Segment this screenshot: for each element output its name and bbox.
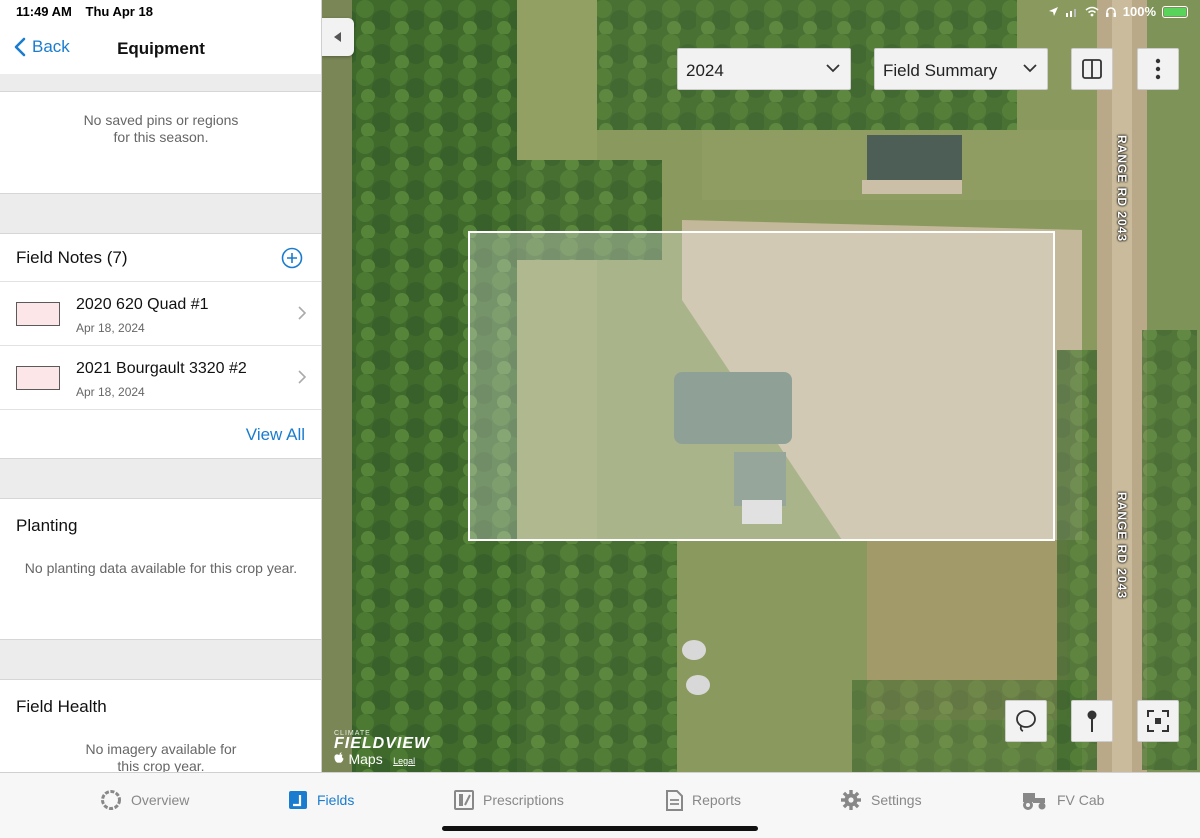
- road-label: RANGE RD 2043: [1115, 135, 1129, 243]
- status-bar-left: 11:49 AM Thu Apr 18: [16, 4, 163, 19]
- note-date: Apr 18, 2024: [76, 321, 145, 335]
- section-divider: [0, 639, 321, 680]
- tab-fv-cab[interactable]: FV Cab: [1020, 787, 1104, 813]
- satellite-map[interactable]: 100% 2024 Field Summary RANGE RD 2043 RA…: [322, 0, 1200, 772]
- signal-icon: [1065, 8, 1076, 17]
- prescriptions-icon: [454, 790, 474, 810]
- layer-select[interactable]: Field Summary: [874, 48, 1048, 90]
- reports-icon: [666, 789, 683, 811]
- section-divider: [0, 458, 321, 499]
- headphones-icon: [1105, 6, 1116, 17]
- satellite-imagery: [322, 0, 1200, 772]
- tab-settings[interactable]: Settings: [840, 787, 922, 813]
- field-health-empty-line2: this crop year.: [117, 758, 205, 772]
- plus-circle-icon: [281, 247, 303, 269]
- field-notes-title: Field Notes (7): [16, 248, 128, 267]
- collapse-panel-button[interactable]: [322, 18, 354, 56]
- note-title: 2020 620 Quad #1: [76, 296, 209, 313]
- overview-ring-icon: [101, 790, 121, 810]
- planting-title: Planting: [16, 516, 78, 535]
- tab-label: Prescriptions: [483, 792, 564, 808]
- logo-climate-text: CLIMATE: [334, 730, 371, 737]
- tab-label: FV Cab: [1057, 792, 1105, 808]
- status-time: 11:49 AM: [16, 4, 72, 19]
- note-thumbnail: [16, 302, 60, 326]
- year-select[interactable]: 2024: [677, 48, 851, 90]
- fieldview-logo: CLIMATE FIELDVIEW Maps Legal: [334, 730, 430, 769]
- tab-overview[interactable]: Overview: [100, 787, 189, 813]
- fit-bounds-icon: [1147, 710, 1169, 732]
- status-date: Thu Apr 18: [85, 4, 153, 19]
- year-select-value: 2024: [686, 61, 724, 80]
- field-note-row[interactable]: 2020 620 Quad #1 Apr 18, 2024: [0, 282, 321, 346]
- note-title: 2021 Bourgault 3320 #2: [76, 360, 247, 377]
- add-note-button[interactable]: [281, 247, 303, 274]
- note-thumbnail: [16, 366, 60, 390]
- battery-percent: 100%: [1122, 4, 1156, 19]
- road-label: RANGE RD 2043: [1115, 492, 1129, 600]
- field-health-empty-message: No imagery available for this crop year.: [0, 741, 321, 772]
- pins-empty-line2: for this season.: [113, 129, 209, 145]
- equipment-panel: 11:49 AM Thu Apr 18 Back Equipment No sa…: [0, 0, 322, 772]
- legal-link[interactable]: Legal: [393, 756, 415, 766]
- app-root: 11:49 AM Thu Apr 18 Back Equipment No sa…: [0, 0, 1200, 838]
- more-options-button[interactable]: [1137, 48, 1179, 90]
- pin-icon: [1087, 710, 1097, 732]
- tab-label: Settings: [871, 792, 922, 808]
- section-divider: [0, 193, 321, 234]
- view-all-link[interactable]: View All: [246, 425, 305, 445]
- apple-icon: [334, 752, 344, 763]
- chevron-right-icon: [298, 370, 306, 384]
- tab-label: Reports: [692, 792, 742, 808]
- page-title: Equipment: [117, 39, 205, 58]
- split-view-icon: [1082, 59, 1102, 79]
- tab-bar: Overview Fields Prescriptions Reports Se…: [0, 772, 1200, 838]
- field-note-row[interactable]: 2021 Bourgault 3320 #2 Apr 18, 2024: [0, 346, 321, 410]
- tractor-icon: [1023, 793, 1046, 810]
- fit-bounds-button[interactable]: [1137, 700, 1179, 742]
- lasso-icon: [1016, 710, 1036, 732]
- maps-attribution: Maps: [348, 751, 383, 767]
- nav-bar: Back Equipment: [0, 24, 321, 74]
- more-vertical-icon: [1155, 58, 1161, 80]
- battery-icon: [1162, 5, 1188, 18]
- tab-label: Fields: [317, 792, 355, 808]
- layer-select-value: Field Summary: [883, 61, 998, 80]
- field-health-title: Field Health: [16, 697, 107, 716]
- gear-icon: [841, 790, 861, 810]
- split-view-button[interactable]: [1071, 48, 1113, 90]
- chevron-right-icon: [298, 306, 306, 320]
- tab-label: Overview: [131, 792, 190, 808]
- section-divider: [0, 74, 321, 92]
- drop-pin-button[interactable]: [1071, 700, 1113, 742]
- tab-prescriptions[interactable]: Prescriptions: [454, 787, 564, 813]
- note-date: Apr 18, 2024: [76, 385, 145, 399]
- chevron-down-icon: [826, 64, 840, 73]
- pins-empty-message: No saved pins or regions for this season…: [0, 112, 321, 146]
- wifi-icon: [1085, 6, 1099, 17]
- lasso-tool-button[interactable]: [1005, 700, 1047, 742]
- tab-reports[interactable]: Reports: [666, 787, 741, 813]
- planting-empty-message: No planting data available for this crop…: [24, 560, 298, 576]
- location-arrow-icon: [1048, 7, 1058, 16]
- pins-empty-line1: No saved pins or regions: [83, 112, 239, 128]
- chevron-down-icon: [1023, 64, 1037, 73]
- triangle-left-icon: [334, 32, 341, 42]
- tab-fields[interactable]: Fields: [288, 787, 354, 813]
- home-indicator[interactable]: [442, 826, 758, 831]
- status-bar-right: 100%: [1048, 4, 1188, 19]
- field-health-empty-line1: No imagery available for: [85, 741, 237, 757]
- logo-fieldview-text: FIELDVIEW: [334, 735, 431, 752]
- field-boundary[interactable]: [468, 231, 1055, 541]
- fields-icon: [289, 791, 307, 809]
